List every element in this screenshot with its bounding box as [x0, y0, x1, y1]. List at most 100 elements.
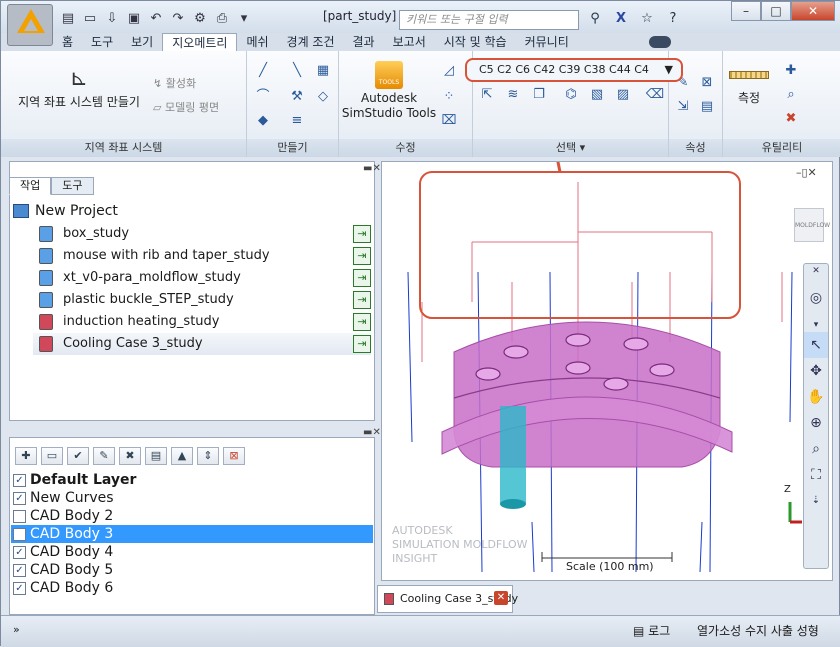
brush-icon[interactable]: ✎	[93, 447, 115, 465]
study-item[interactable]: xt_v0-para_moldflow_study ⇥	[33, 267, 371, 289]
tab-view[interactable]: 보기	[122, 33, 162, 51]
tab-report[interactable]: 보고서	[384, 33, 435, 51]
save-icon[interactable]: ▣	[125, 11, 143, 27]
cut-icon[interactable]: ⌧	[439, 111, 459, 131]
layer-properties-icon[interactable]: ▤	[145, 447, 167, 465]
utility-delete-icon[interactable]: ✖	[781, 109, 801, 129]
tree-root[interactable]: New Project	[13, 201, 118, 221]
activate-button[interactable]: ↯ 활성화	[153, 75, 196, 91]
tab-boundary-conditions[interactable]: 경계 조건	[278, 33, 344, 51]
nav-close-icon[interactable]: ✕	[804, 264, 828, 278]
rotate-icon[interactable]: ✥	[804, 358, 828, 384]
layer-item[interactable]: ✓ Default Layer	[11, 471, 373, 489]
zoom-icon[interactable]: ⊕	[804, 410, 828, 436]
pane-splitter[interactable]	[9, 425, 375, 435]
create-node-icon[interactable]: ◇	[313, 87, 333, 107]
new-layer-icon[interactable]: ✚	[15, 447, 37, 465]
pattern-icon[interactable]: ⁘	[439, 87, 459, 107]
layer-checkbox[interactable]: ✓	[13, 581, 26, 595]
create-curve-icon[interactable]: ╲	[287, 61, 307, 81]
new-file-icon[interactable]: ▤	[59, 11, 77, 27]
layer-item[interactable]: ✓ CAD Body 4	[11, 543, 373, 561]
create-list-icon[interactable]: ≡	[287, 111, 307, 131]
tab-tools[interactable]: 도구	[82, 33, 122, 51]
zoom-window-icon[interactable]: ⌕	[804, 436, 828, 462]
transform-icon[interactable]: ◿	[439, 61, 459, 81]
folder-icon[interactable]: ▭	[41, 447, 63, 465]
create-diamond-icon[interactable]: ◆	[253, 111, 273, 131]
layer-item[interactable]: ✓ New Curves	[11, 489, 373, 507]
expand-layer-icon[interactable]: ▲	[171, 447, 193, 465]
open-study-icon[interactable]: ⇥	[353, 313, 371, 331]
open-folder-icon[interactable]: ▭	[81, 11, 99, 27]
ribbon-toggle-icon[interactable]	[649, 36, 671, 48]
study-item[interactable]: mouse with rib and taper_study ⇥	[33, 245, 371, 267]
exchange-icon[interactable]: X	[611, 10, 631, 28]
tab-tools-pane[interactable]: 도구	[51, 177, 94, 195]
create-region-icon[interactable]: ▦	[313, 61, 333, 81]
layer-selector-dropdown[interactable]: C5 C2 C6 C42 C39 C38 C44 C4 ▼	[465, 58, 683, 82]
layer-item[interactable]: CAD Body 2	[11, 507, 373, 525]
viewcube[interactable]: MOLDFLOW	[794, 208, 830, 242]
close-tab-icon[interactable]: ✕	[494, 591, 508, 605]
redo-icon[interactable]: ↷	[169, 11, 187, 27]
help-icon[interactable]: ?	[663, 10, 683, 28]
layer-checkbox[interactable]: ✓	[13, 563, 26, 577]
tab-community[interactable]: 커뮤니티	[516, 33, 578, 51]
status-expand-icon[interactable]: »	[13, 623, 20, 636]
tab-results[interactable]: 결과	[344, 33, 384, 51]
layer-checkbox[interactable]	[13, 509, 26, 523]
log-button[interactable]: ▤ 로그	[633, 622, 670, 639]
measure-button[interactable]: 측정	[727, 67, 771, 106]
layer-item[interactable]: ✓ CAD Body 5	[11, 561, 373, 579]
move-layer-icon[interactable]: ⇕	[197, 447, 219, 465]
assign-properties-icon[interactable]: ⇲	[673, 97, 693, 117]
star-icon[interactable]: ☆	[637, 10, 657, 28]
nav-more-icon[interactable]: ⇣	[804, 488, 828, 514]
open-study-icon[interactable]: ⇥	[353, 291, 371, 309]
layer-item-selected[interactable]: CAD Body 3	[11, 525, 373, 543]
tab-tasks[interactable]: 작업	[9, 177, 52, 195]
modeling-plane-button[interactable]: ▱ 모델링 평면	[153, 99, 219, 115]
delete-properties-icon[interactable]: ⊠	[697, 73, 717, 93]
open-study-icon[interactable]: ⇥	[353, 225, 371, 243]
model-viewport[interactable]: AUTODESK SIMULATION MOLDFLOW INSIGHT Sca…	[381, 141, 833, 581]
qat-dropdown-icon[interactable]: ▾	[235, 11, 253, 27]
fit-icon[interactable]: ⛶	[804, 462, 828, 488]
select-expand-icon[interactable]: ⇱	[477, 85, 497, 105]
maximize-button[interactable]: □	[761, 1, 791, 21]
print-icon[interactable]: ⎙	[213, 11, 231, 27]
open-study-icon[interactable]: ⇥	[353, 269, 371, 287]
tab-mesh[interactable]: 메쉬	[237, 33, 277, 51]
select-copy-icon[interactable]: ❐	[529, 85, 549, 105]
tab-geometry[interactable]: 지오메트리	[162, 33, 238, 52]
binoculars-icon[interactable]: ⚲	[585, 10, 605, 28]
utility-add-icon[interactable]: ✚	[781, 61, 801, 81]
select-node-icon[interactable]: ⌬	[561, 85, 581, 105]
import-icon[interactable]: ⇩	[103, 11, 121, 27]
layer-checkbox[interactable]: ✓	[13, 473, 26, 487]
undo-icon[interactable]: ↶	[147, 11, 165, 27]
layer-checkbox[interactable]	[13, 527, 26, 541]
viewport-window-icons[interactable]: –▯✕	[796, 166, 817, 179]
search-input[interactable]: 키워드 또는 구절 입력	[399, 10, 579, 30]
layer-checkbox[interactable]: ✓	[13, 491, 26, 505]
study-item[interactable]: box_study ⇥	[33, 223, 371, 245]
select-show-icon[interactable]: ▨	[613, 85, 633, 105]
create-arc-icon[interactable]: ⌒	[253, 87, 273, 107]
select-stack-icon[interactable]: ≋	[503, 85, 523, 105]
layer-checkbox[interactable]: ✓	[13, 545, 26, 559]
close-button[interactable]: ✕	[791, 1, 835, 21]
check-icon[interactable]: ✔	[67, 447, 89, 465]
clear-layer-icon[interactable]: ⊠	[223, 447, 245, 465]
create-lcs-button[interactable]: ⊾ 지역 좌표 시스템 만들기	[11, 65, 147, 110]
simstudio-tools-button[interactable]: TOOLS Autodesk SimStudio Tools	[341, 61, 437, 121]
create-tool-icon[interactable]: ⚒	[287, 87, 307, 107]
nav-dropdown-icon[interactable]: ▾	[804, 318, 828, 332]
study-item-active[interactable]: Cooling Case 3_study ⇥	[33, 333, 371, 355]
study-item[interactable]: induction heating_study ⇥	[33, 311, 371, 333]
application-menu-button[interactable]	[7, 4, 53, 46]
select-hide-icon[interactable]: ▧	[587, 85, 607, 105]
minimize-button[interactable]: –	[731, 1, 761, 21]
delete-layer-icon[interactable]: ✖	[119, 447, 141, 465]
